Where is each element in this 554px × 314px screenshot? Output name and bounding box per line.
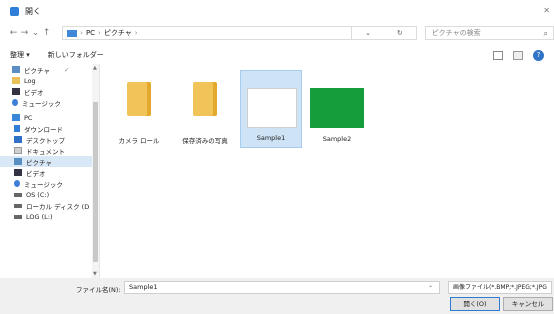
drive-icon <box>14 214 22 219</box>
music-icon <box>14 180 20 187</box>
close-icon[interactable]: ✕ <box>543 6 550 15</box>
refresh-button[interactable]: ↻ <box>397 29 403 37</box>
help-icon[interactable]: ? <box>533 50 544 61</box>
up-button[interactable]: ↑ <box>41 28 52 38</box>
cancel-button[interactable]: キャンセル <box>503 297 553 311</box>
sidebar-item-music-quick[interactable]: ミュージック <box>0 97 99 108</box>
drive-icon <box>14 203 22 208</box>
breadcrumb-pc[interactable]: PC <box>86 29 95 37</box>
sidebar-item-log[interactable]: Log <box>0 75 99 86</box>
forward-button[interactable]: → <box>19 28 30 38</box>
file-item-saved-pictures[interactable]: 保存済みの写真 <box>174 72 236 150</box>
file-item-sample1[interactable]: Sample1 <box>240 70 302 148</box>
search-icon: ⌕ <box>543 29 548 38</box>
pin-icon: ✓ <box>63 65 70 74</box>
pictures-icon <box>14 158 22 165</box>
pictures-icon <box>12 66 20 73</box>
address-bar[interactable]: › PC › ピクチャ › <box>62 26 353 40</box>
folder-icon <box>193 82 217 116</box>
scroll-up-icon[interactable]: ▲ <box>93 65 97 71</box>
dialog-footer: ファイル名(N): Sample1 ⌄ 画像ファイル(*.BMP;*.JPEG;… <box>0 278 554 314</box>
image-thumbnail <box>310 88 364 128</box>
address-controls: ⌄ ↻ <box>352 26 417 40</box>
navigation-pane: ピクチャ ✓ Log ビデオ ミュージック PC ダウンロード デスクトップ ド… <box>0 64 100 278</box>
title-bar: 開く ✕ <box>0 0 554 22</box>
sidebar-item-pictures[interactable]: ピクチャ <box>0 156 99 167</box>
desktop-icon <box>14 136 22 143</box>
sidebar-item-downloads[interactable]: ダウンロード <box>0 123 99 134</box>
pc-icon <box>67 29 78 37</box>
filename-label: ファイル名(N): <box>76 286 121 294</box>
sidebar-item-desktop[interactable]: デスクトップ <box>0 134 99 145</box>
scroll-down-icon[interactable]: ▼ <box>93 271 97 277</box>
documents-icon <box>14 147 22 154</box>
drive-icon <box>14 192 22 197</box>
sidebar-item-music[interactable]: ミュージック <box>0 178 99 189</box>
file-list: カメラ ロール 保存済みの写真 Sample1 Sample2 <box>104 64 554 278</box>
open-button[interactable]: 開く(O) <box>450 297 500 311</box>
sidebar-item-documents[interactable]: ドキュメント <box>0 145 99 156</box>
video-icon <box>12 88 20 95</box>
search-input[interactable]: ピクチャの検索 ⌕ <box>424 26 554 40</box>
sidebar-item-drive-d[interactable]: ローカル ディスク (D <box>0 200 99 211</box>
search-placeholder: ピクチャの検索 <box>431 29 481 37</box>
chevron-down-icon[interactable]: ⌄ <box>428 282 433 289</box>
sidebar-item-videos-quick[interactable]: ビデオ <box>0 86 99 97</box>
recent-locations-button[interactable]: ⌄ <box>30 28 41 38</box>
sidebar-item-drive-c[interactable]: OS (C:) <box>0 189 99 200</box>
navigation-bar: ← → ⌄ ↑ › PC › ピクチャ › ⌄ ↻ ピクチャの検索 ⌕ <box>0 24 554 42</box>
filename-input[interactable]: Sample1 <box>124 281 440 294</box>
file-item-camera-roll[interactable]: カメラ ロール <box>108 72 170 150</box>
sidebar-item-drive-l[interactable]: LOG (L:) <box>0 211 99 222</box>
download-icon <box>14 125 20 132</box>
video-icon <box>14 169 22 176</box>
app-icon <box>10 6 19 16</box>
sidebar-item-pictures-quick[interactable]: ピクチャ ✓ <box>0 64 99 75</box>
image-thumbnail <box>247 88 297 128</box>
music-icon <box>12 99 18 106</box>
command-toolbar: 整理 ▾ 新しいフォルダー ? <box>0 46 554 64</box>
file-item-sample2[interactable]: Sample2 <box>306 72 368 150</box>
folder-icon <box>12 77 20 84</box>
pc-icon <box>12 114 20 121</box>
sidebar-item-videos[interactable]: ビデオ <box>0 167 99 178</box>
preview-pane-icon[interactable] <box>513 51 523 60</box>
filetype-select[interactable]: 画像ファイル(*.BMP;*.JPEG;*.JPG <box>448 281 552 294</box>
address-dropdown-icon[interactable]: ⌄ <box>365 29 371 37</box>
back-button[interactable]: ← <box>8 28 19 38</box>
scroll-thumb[interactable] <box>93 102 98 262</box>
folder-icon <box>127 82 151 116</box>
sidebar-item-pc[interactable]: PC <box>0 112 99 123</box>
breadcrumb-pictures[interactable]: ピクチャ <box>104 28 132 38</box>
sidebar-scrollbar[interactable]: ▲ ▼ <box>92 64 99 278</box>
window-title: 開く <box>25 6 41 16</box>
new-folder-button[interactable]: 新しいフォルダー <box>48 50 104 60</box>
view-options-icon[interactable] <box>493 51 503 60</box>
organize-button[interactable]: 整理 ▾ <box>10 50 30 60</box>
